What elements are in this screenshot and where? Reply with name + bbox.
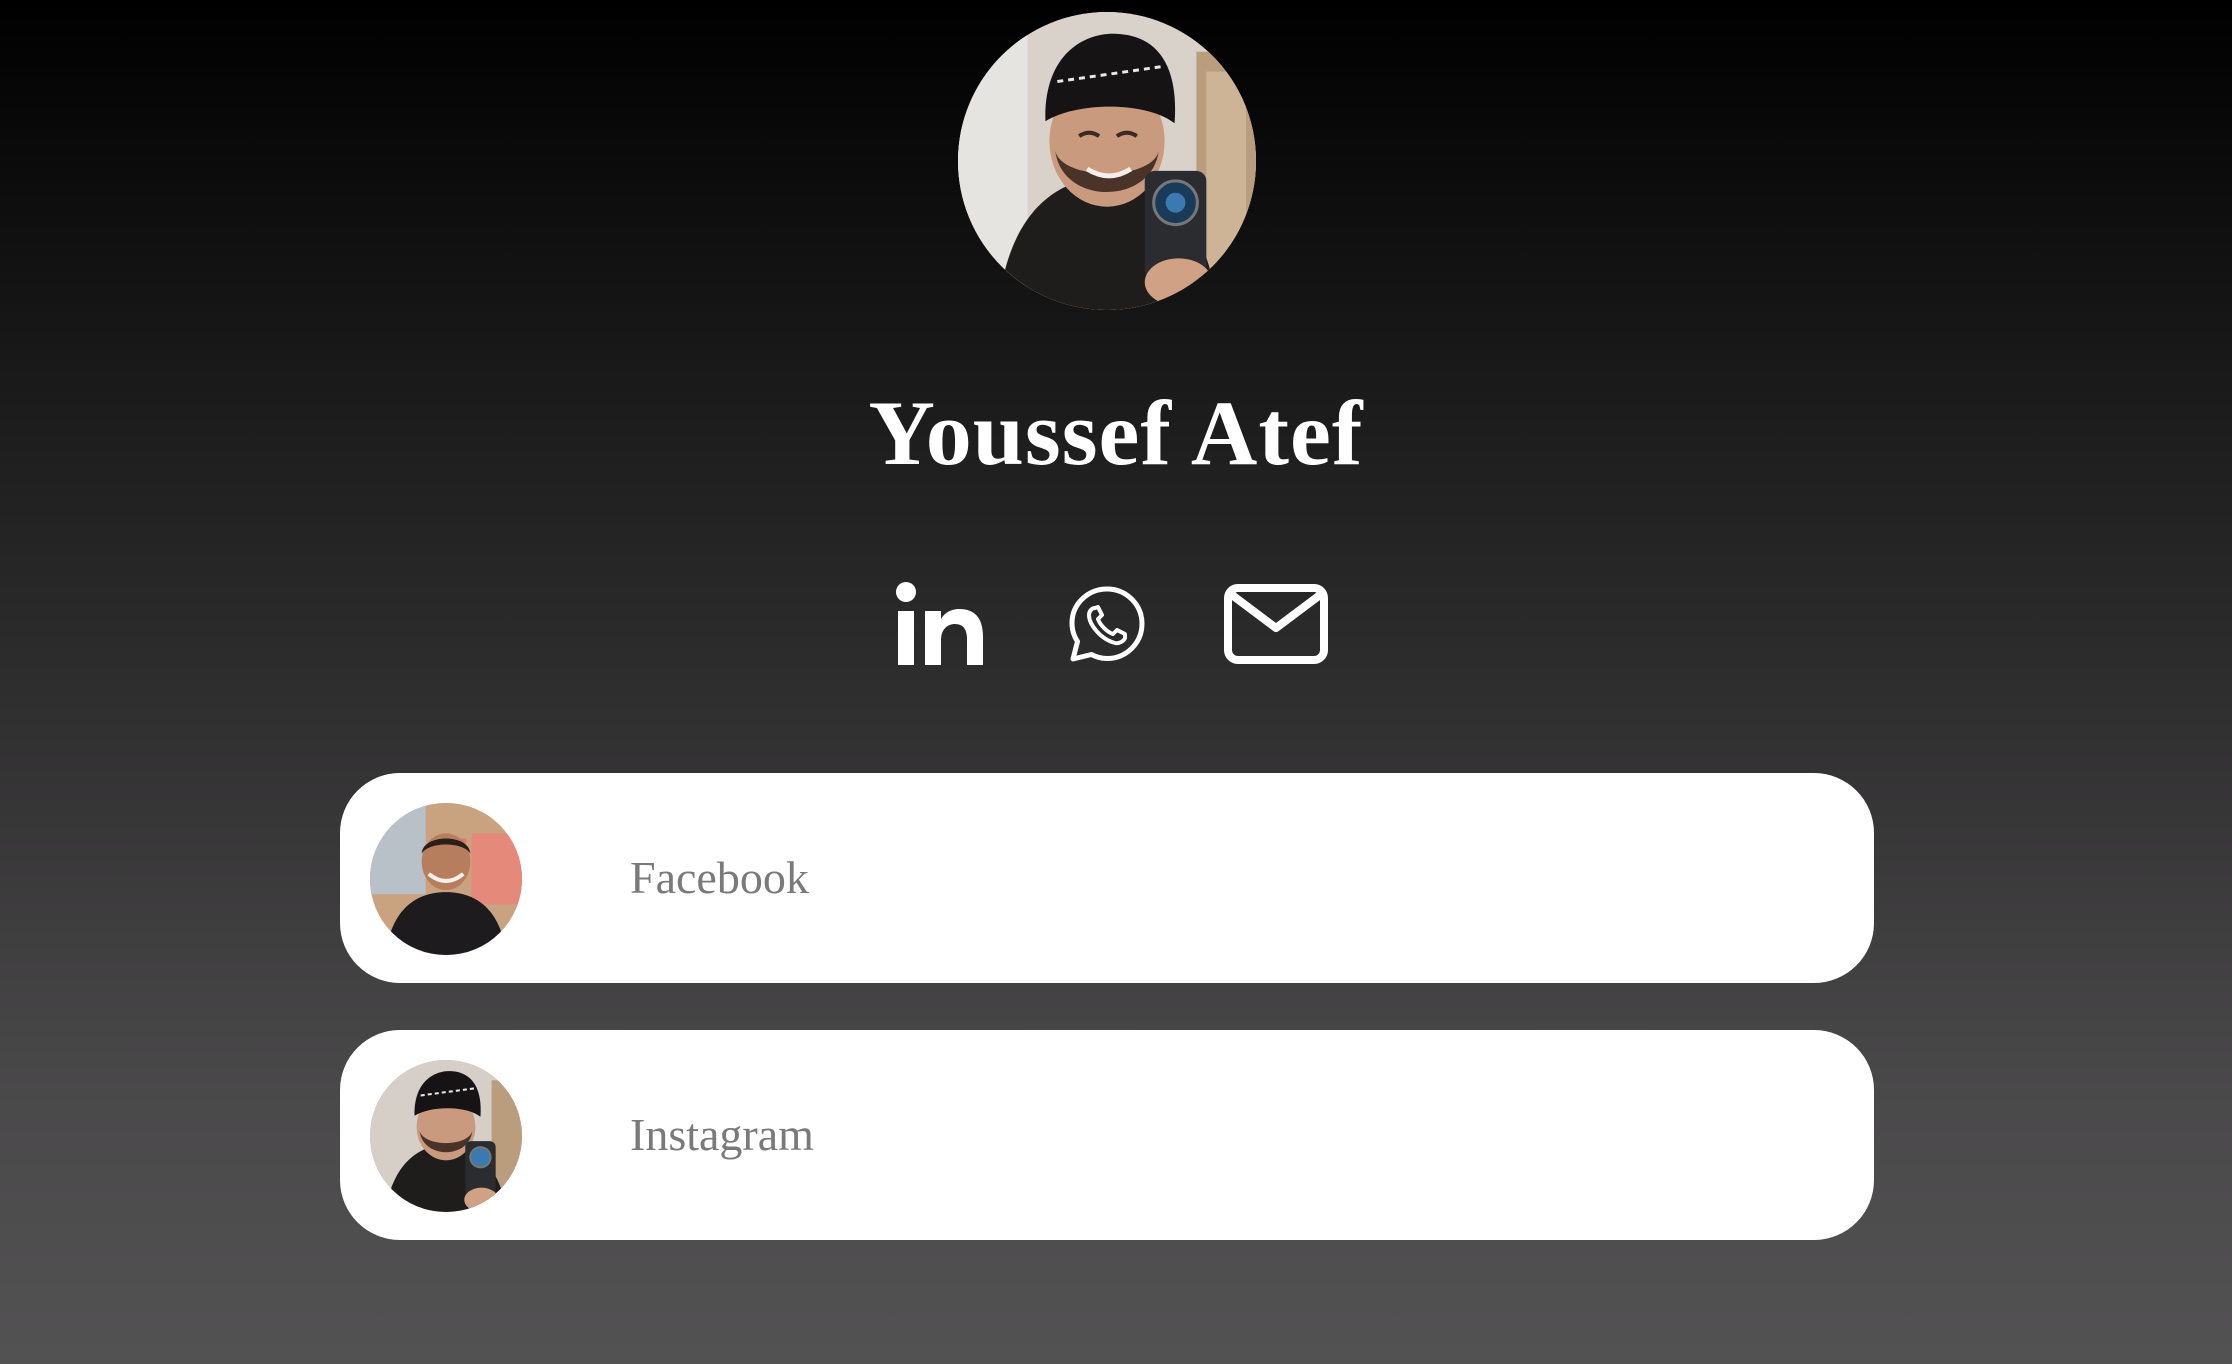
profile-photo	[958, 12, 1256, 310]
profile-name: Youssef Atef	[868, 382, 1364, 484]
facebook-thumbnail	[370, 803, 522, 955]
profile-photo-smiling	[370, 803, 522, 955]
facebook-label: Facebook	[630, 852, 809, 903]
instagram-thumbnail	[370, 1060, 522, 1212]
whatsapp-icon	[1069, 586, 1145, 662]
linkedin-icon	[896, 582, 983, 665]
instagram-label: Instagram	[630, 1109, 814, 1160]
email-link[interactable]	[1222, 578, 1330, 670]
profile-photo-selfie	[370, 1060, 522, 1212]
facebook-link-card[interactable]: Facebook	[340, 773, 1874, 983]
linkedin-link[interactable]	[890, 578, 990, 670]
instagram-link-card[interactable]: Instagram	[340, 1030, 1874, 1240]
profile-avatar	[958, 12, 1256, 310]
email-icon	[1224, 584, 1328, 664]
whatsapp-link[interactable]	[1064, 578, 1150, 670]
